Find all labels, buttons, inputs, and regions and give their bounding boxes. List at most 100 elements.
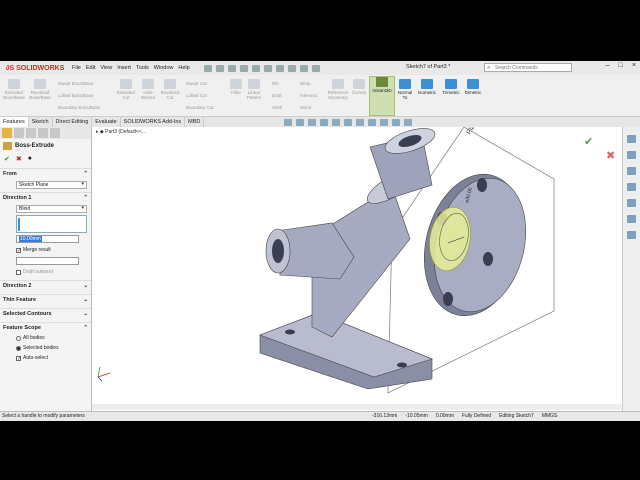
mirror-button[interactable]: Mirror: [300, 105, 326, 110]
units-selector[interactable]: MMGS: [542, 412, 558, 421]
menu-edit[interactable]: Edit: [86, 65, 95, 71]
tab-mbd[interactable]: MBD: [185, 117, 205, 127]
feature-tree-flyout[interactable]: ▸ ◆ Part3 (Default<<...: [96, 129, 146, 135]
menu-window[interactable]: Window: [154, 65, 174, 71]
end-condition-select[interactable]: Blind: [16, 205, 87, 213]
tab-direct-editing[interactable]: Direct Editing: [53, 117, 93, 127]
previous-view-icon[interactable]: [308, 119, 316, 126]
menu-insert[interactable]: Insert: [117, 65, 131, 71]
boundary-boss-button[interactable]: Boundary Boss/Base: [58, 105, 114, 110]
intersect-button[interactable]: Intersect: [300, 93, 326, 98]
fillet-button[interactable]: Fillet: [228, 79, 244, 95]
close-icon[interactable]: ×: [632, 62, 636, 69]
dynamic-annotation-icon[interactable]: [332, 119, 340, 126]
normal-to-button[interactable]: Normal To: [396, 79, 414, 100]
reference-geometry-button[interactable]: Reference Geometry: [326, 79, 350, 100]
resources-icon[interactable]: [627, 135, 636, 143]
selected-bodies-radio[interactable]: Selected bodies: [0, 343, 91, 353]
swept-cut-button[interactable]: Swept Cut: [186, 81, 226, 86]
menu-tools[interactable]: Tools: [136, 65, 149, 71]
linear-pattern-button[interactable]: Linear Pattern: [244, 79, 264, 100]
selected-contours-section-header[interactable]: Selected Contours ⌄: [0, 308, 91, 319]
undo-icon[interactable]: [263, 64, 272, 72]
solidworks-forum-icon[interactable]: [627, 231, 636, 239]
confirm-corner-ok-icon[interactable]: ✔: [584, 135, 593, 148]
minimize-icon[interactable]: –: [606, 62, 610, 69]
thin-feature-section-header[interactable]: Thin Feature ⌄: [0, 294, 91, 305]
direction2-section-header[interactable]: Direction 2 ⌄: [0, 280, 91, 291]
revolved-boss-button[interactable]: Revolved Boss/Base: [28, 79, 52, 100]
direction-selection-box[interactable]: [16, 215, 87, 233]
tab-features[interactable]: Features: [0, 117, 29, 127]
maximize-icon[interactable]: □: [619, 62, 623, 69]
zoom-to-fit-icon[interactable]: [284, 119, 292, 126]
appearances-icon[interactable]: [627, 199, 636, 207]
view-palette-icon[interactable]: [627, 183, 636, 191]
file-explorer-icon[interactable]: [627, 167, 636, 175]
hole-wizard-button[interactable]: Hole Wizard: [138, 79, 158, 100]
feature-manager-icon[interactable]: [2, 128, 12, 138]
display-style-icon[interactable]: [356, 119, 364, 126]
apply-scene-icon[interactable]: [392, 119, 400, 126]
confirm-corner-cancel-icon[interactable]: ✖: [606, 149, 615, 162]
configuration-manager-icon[interactable]: [26, 128, 36, 138]
section-view-icon[interactable]: [320, 119, 328, 126]
merge-result-checkbox[interactable]: ✓ Merge result: [0, 245, 91, 255]
edit-appearance-icon[interactable]: [380, 119, 388, 126]
direction1-section-header[interactable]: Direction 1 ⌃: [0, 192, 91, 203]
file-properties-icon[interactable]: [299, 64, 308, 72]
preview-eye-icon[interactable]: ●: [28, 155, 32, 163]
from-select[interactable]: Sketch Plane: [16, 181, 87, 189]
draft-angle-input[interactable]: [16, 257, 79, 265]
display-manager-icon[interactable]: [50, 128, 60, 138]
rib-button[interactable]: Rib: [272, 81, 290, 86]
custom-properties-icon[interactable]: [627, 215, 636, 223]
lofted-boss-button[interactable]: Lofted Boss/Base: [58, 93, 108, 98]
horizontal-scrollbar[interactable]: [92, 404, 622, 410]
trimetric-button[interactable]: Trimetric: [440, 79, 462, 95]
from-section-header[interactable]: From ⌃: [0, 168, 91, 179]
draft-button[interactable]: Draft: [272, 93, 290, 98]
home-icon[interactable]: [203, 64, 212, 72]
zoom-area-icon[interactable]: [296, 119, 304, 126]
all-bodies-radio[interactable]: All bodies: [0, 333, 91, 343]
swept-boss-button[interactable]: Swept Boss/Base: [58, 81, 108, 86]
view-orientation-icon[interactable]: [344, 119, 352, 126]
depth-input[interactable]: 10.00mm: [16, 235, 79, 243]
boundary-cut-button[interactable]: Boundary Cut: [186, 105, 226, 110]
dimetric-button[interactable]: Dimetric: [462, 79, 484, 95]
instant3d-button[interactable]: Instant3D: [369, 76, 395, 116]
menu-view[interactable]: View: [100, 65, 112, 71]
save-icon[interactable]: [239, 64, 248, 72]
new-icon[interactable]: [215, 64, 224, 72]
hide-show-icon[interactable]: [368, 119, 376, 126]
extruded-cut-button[interactable]: Extruded Cut: [116, 79, 136, 100]
cancel-button[interactable]: ✖: [16, 155, 22, 163]
select-icon[interactable]: [275, 64, 284, 72]
menu-help[interactable]: Help: [178, 65, 189, 71]
shell-button[interactable]: Shell: [272, 105, 290, 110]
search-input[interactable]: ⌕ Search Commands: [484, 63, 572, 72]
lofted-cut-button[interactable]: Lofted Cut: [186, 93, 226, 98]
solidworks-logo[interactable]: ∂S SOLIDWORKS: [0, 65, 72, 72]
extruded-boss-button[interactable]: Extruded Boss/Base: [2, 79, 26, 100]
isometric-button[interactable]: Isometric: [416, 79, 438, 95]
revolved-cut-button[interactable]: Revolved Cut: [160, 79, 180, 100]
menu-file[interactable]: File: [72, 65, 81, 71]
ok-button[interactable]: ✔: [4, 155, 10, 163]
print-icon[interactable]: [251, 64, 260, 72]
auto-select-checkbox[interactable]: ✓ Auto-select: [0, 353, 91, 363]
design-library-icon[interactable]: [627, 151, 636, 159]
curves-button[interactable]: Curves: [350, 79, 368, 95]
tab-sketch[interactable]: Sketch: [29, 117, 53, 127]
tab-evaluate[interactable]: Evaluate: [92, 117, 121, 127]
property-manager-icon[interactable]: [14, 128, 24, 138]
graphics-area[interactable]: ▸ ◆ Part3 (Default<<... Plane2 ⌀30.00: [92, 114, 622, 411]
view-settings-icon[interactable]: [404, 119, 412, 126]
open-icon[interactable]: [227, 64, 236, 72]
tab-addins[interactable]: SOLIDWORKS Add-Ins: [121, 117, 186, 127]
rebuild-icon[interactable]: [287, 64, 296, 72]
options-icon[interactable]: [311, 64, 320, 72]
wrap-button[interactable]: Wrap: [300, 81, 326, 86]
draft-outward-checkbox[interactable]: Draft outward: [0, 267, 91, 277]
